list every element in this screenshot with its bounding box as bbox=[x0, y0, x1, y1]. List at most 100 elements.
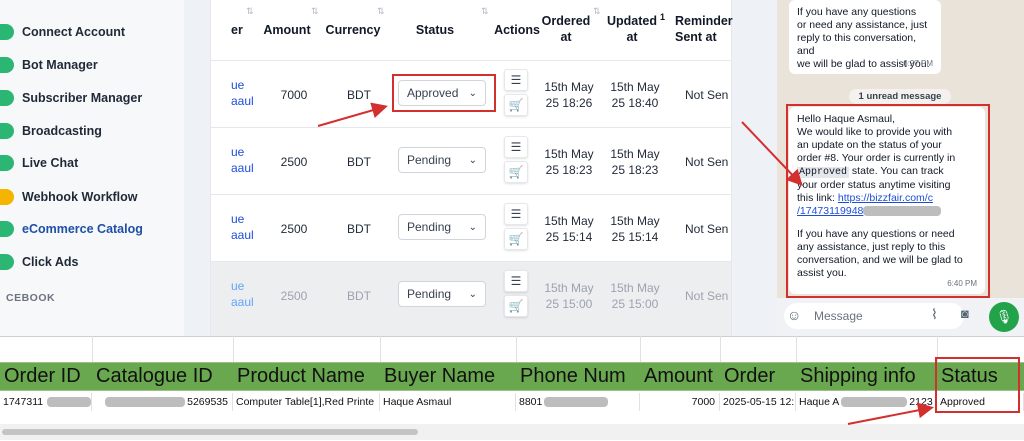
grid-line bbox=[233, 336, 234, 362]
sheet-header-order[interactable]: Order bbox=[720, 362, 796, 391]
status-select[interactable]: Pending ⌄ bbox=[398, 147, 486, 173]
sidebar-item-label: Connect Account bbox=[22, 25, 126, 39]
sheet-cell-buyer-name[interactable]: Haque Asmaul bbox=[380, 393, 516, 411]
grid-line bbox=[640, 336, 641, 362]
cart-icon[interactable]: 🛒 bbox=[504, 228, 528, 250]
column-header-amount[interactable]: Amount bbox=[261, 22, 313, 38]
sort-icon[interactable]: ⇅ bbox=[593, 6, 601, 17]
buyer-name-link[interactable]: ue aaul bbox=[231, 278, 254, 310]
sidebar-item-label: eCommerce Catalog bbox=[22, 222, 143, 236]
list-icon[interactable]: ☰ bbox=[504, 136, 528, 158]
reminder-value: Not Sen bbox=[685, 155, 729, 169]
sidebar-item-label: Click Ads bbox=[22, 255, 79, 269]
sheet-header-order-id[interactable]: Order ID bbox=[0, 362, 92, 391]
redacted-text bbox=[47, 397, 91, 407]
sheet-cell-amount[interactable]: 7000 bbox=[640, 393, 720, 411]
status-select-value: Approved bbox=[407, 86, 459, 100]
whatsapp-chat: If you have any questions or need any as… bbox=[777, 0, 1024, 336]
updated-at-value: 15th May 25 15:14 bbox=[610, 214, 660, 244]
sheet-header-shipping-info[interactable]: Shipping info bbox=[796, 362, 937, 391]
tracking-link-continued[interactable]: /17473119948 bbox=[797, 205, 863, 217]
subscriber-icon bbox=[0, 90, 14, 106]
status-select[interactable]: Pending ⌄ bbox=[398, 281, 486, 307]
sort-icon[interactable]: ⇅ bbox=[377, 6, 385, 17]
list-icon[interactable]: ☰ bbox=[504, 270, 528, 292]
column-header-buyer[interactable]: er bbox=[231, 22, 251, 38]
sidebar-item-broadcasting[interactable]: Broadcasting bbox=[0, 117, 102, 145]
sidebar-section-label: CEBOOK bbox=[6, 292, 56, 304]
tracking-link[interactable]: https://bizzfair.com/c bbox=[838, 192, 933, 204]
reminder-value: Not Sen bbox=[685, 289, 729, 303]
sheet-cell-shipping-info[interactable]: Haque A 2123 bbox=[796, 393, 937, 411]
ordered-at-value: 15th May 25 15:00 bbox=[544, 281, 594, 311]
camera-icon[interactable]: ◙ bbox=[961, 306, 969, 321]
sidebar-item-click-ads[interactable]: Click Ads bbox=[0, 248, 79, 276]
microphone-icon[interactable]: 🎙 bbox=[989, 302, 1019, 332]
status-select[interactable]: Approved ⌄ bbox=[398, 80, 486, 106]
sheet-header-amount[interactable]: Amount bbox=[640, 362, 720, 391]
sort-icon[interactable]: ⇅ bbox=[311, 6, 319, 17]
connect-account-icon bbox=[0, 24, 14, 40]
column-header-currency[interactable]: Currency bbox=[325, 22, 381, 38]
amount-value: 2500 bbox=[280, 155, 308, 169]
sheet-header-buyer-name[interactable]: Buyer Name bbox=[380, 362, 516, 391]
list-icon[interactable]: ☰ bbox=[504, 203, 528, 225]
column-header-ordered-at[interactable]: Ordered at bbox=[541, 13, 591, 45]
message-time: 6:27 PM bbox=[903, 59, 933, 68]
cart-icon[interactable]: 🛒 bbox=[504, 295, 528, 317]
horizontal-scrollbar[interactable] bbox=[0, 424, 1024, 440]
sidebar-item-label: Bot Manager bbox=[22, 58, 98, 72]
sheet-cell-phone[interactable]: 8801 bbox=[516, 393, 640, 411]
unread-label: 1 unread message bbox=[848, 89, 952, 104]
column-header-status[interactable]: Status bbox=[407, 22, 463, 38]
sidebar-item-connect-account[interactable]: Connect Account bbox=[0, 18, 125, 46]
list-icon[interactable]: ☰ bbox=[504, 69, 528, 91]
sheet-cell-order-id[interactable]: 1747311 bbox=[0, 393, 92, 411]
updated-at-value: 15th May 25 18:23 bbox=[610, 147, 660, 177]
status-select-value: Pending bbox=[407, 220, 452, 234]
buyer-name-link[interactable]: ue aaul bbox=[231, 211, 254, 243]
sort-icon[interactable]: ⇅ bbox=[481, 6, 489, 17]
chevron-down-icon: ⌄ bbox=[468, 154, 477, 166]
sidebar-item-subscriber-manager[interactable]: Subscriber Manager bbox=[0, 84, 142, 112]
sidebar-item-bot-manager[interactable]: Bot Manager bbox=[0, 51, 98, 79]
amount-value: 7000 bbox=[280, 88, 308, 102]
cart-icon[interactable]: 🛒 bbox=[504, 94, 528, 116]
sidebar-item-live-chat[interactable]: Live Chat bbox=[0, 149, 78, 177]
scrollbar-thumb[interactable] bbox=[2, 429, 418, 435]
sort-icon[interactable]: ⇅ bbox=[246, 6, 254, 17]
sheet-cell-product-name[interactable]: Computer Table[1],Red Printe bbox=[233, 393, 380, 411]
updated-at-value: 15th May 25 15:00 bbox=[610, 281, 660, 311]
buyer-name-link[interactable]: ue aaul bbox=[231, 144, 254, 176]
sidebar-item-ecommerce-catalog[interactable]: eCommerce Catalog bbox=[0, 215, 143, 243]
amount-value: 2500 bbox=[280, 222, 308, 236]
redacted-text bbox=[105, 397, 186, 407]
sheet-header-status[interactable]: Status bbox=[937, 362, 1024, 391]
sheet-cell-order[interactable]: 2025-05-15 12: bbox=[720, 393, 796, 411]
currency-value: BDT bbox=[347, 155, 371, 169]
sheet-header-phone-num[interactable]: Phone Num bbox=[516, 362, 640, 391]
attach-icon[interactable]: ⌇ bbox=[931, 306, 938, 323]
sheet-cell-catalogue-id[interactable]: 5269535 bbox=[92, 393, 233, 411]
sheet-header-catalogue-id[interactable]: Catalogue ID bbox=[92, 362, 233, 391]
ads-icon bbox=[0, 254, 14, 270]
emoji-icon[interactable]: ☺ bbox=[787, 307, 801, 323]
column-header-updated-at[interactable]: Updated at bbox=[605, 13, 659, 45]
sidebar-item-label: Subscriber Manager bbox=[22, 91, 143, 105]
webhook-icon bbox=[0, 189, 14, 205]
sheet-cell-status[interactable]: Approved bbox=[937, 393, 1024, 411]
sidebar-item-webhook-workflow[interactable]: Webhook Workflow bbox=[0, 183, 138, 211]
reminder-value: Not Sen bbox=[685, 88, 729, 102]
currency-value: BDT bbox=[347, 289, 371, 303]
unread-divider: 1 unread message bbox=[780, 86, 1020, 104]
buyer-name-link[interactable]: ue aaul bbox=[231, 77, 254, 109]
currency-value: BDT bbox=[347, 88, 371, 102]
catalog-icon bbox=[0, 221, 14, 237]
status-select[interactable]: Pending ⌄ bbox=[398, 214, 486, 240]
sort-descending-icon[interactable]: 1 bbox=[660, 12, 665, 22]
table-row: ue aaul 2500 BDT Pending ⌄ ☰ 🛒 15th May 25 … bbox=[211, 194, 731, 262]
sheet-header-product-name[interactable]: Product Name bbox=[233, 362, 380, 391]
column-header-reminder-sent-at[interactable]: Reminder Sent at bbox=[675, 13, 735, 45]
table-row: ue aaul 7000 BDT Approved ⌄ ☰ 🛒 15th May 25… bbox=[211, 60, 731, 128]
cart-icon[interactable]: 🛒 bbox=[504, 161, 528, 183]
